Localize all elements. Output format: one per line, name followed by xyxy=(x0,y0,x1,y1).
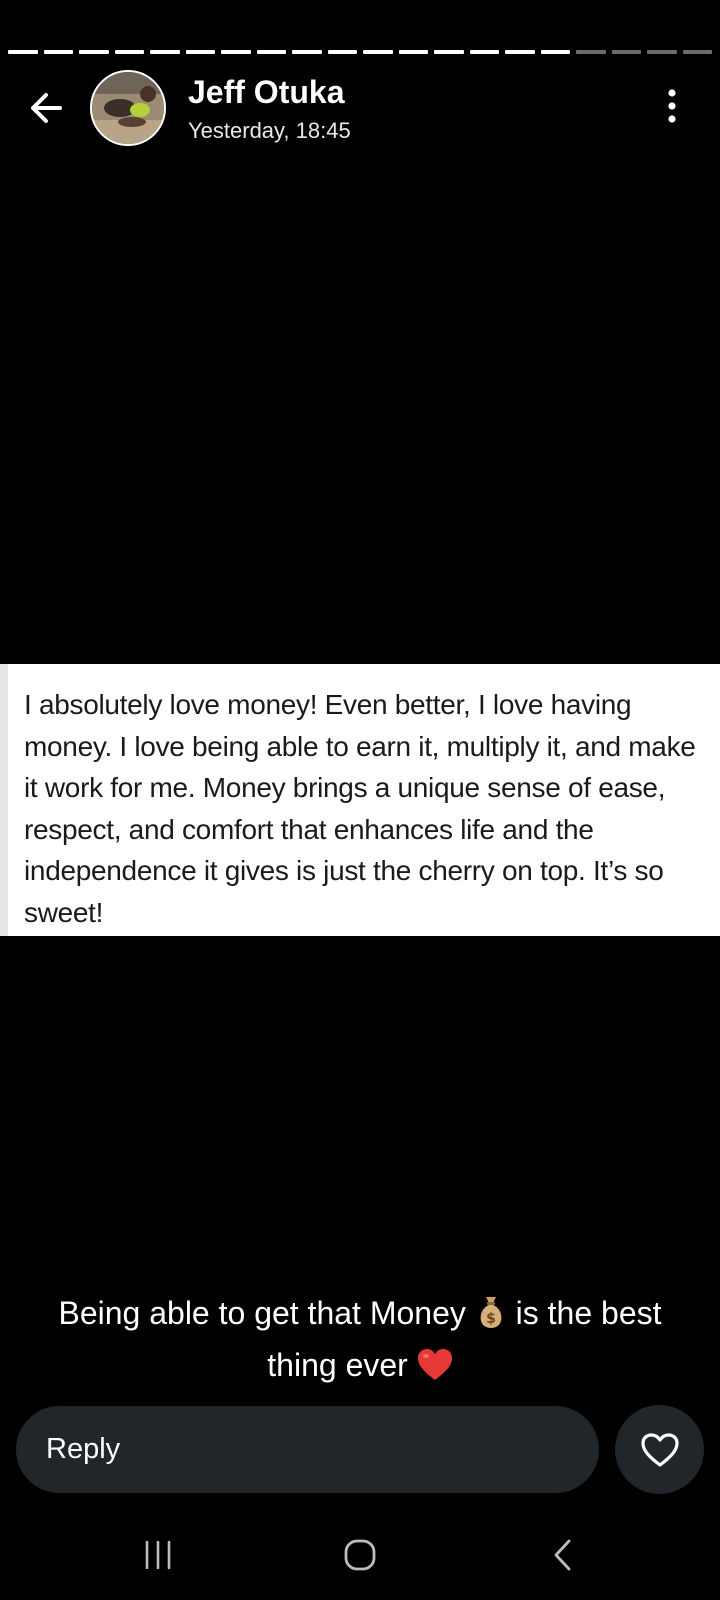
heart-outline-icon xyxy=(640,1432,679,1467)
progress-segment xyxy=(647,50,677,54)
reply-placeholder: Reply xyxy=(46,1433,121,1465)
progress-segment xyxy=(256,50,286,54)
progress-segment xyxy=(434,50,464,54)
red-heart-icon xyxy=(417,1348,453,1394)
progress-segment xyxy=(43,50,73,54)
progress-segment xyxy=(469,50,499,54)
story-progress-bar xyxy=(8,50,712,54)
back-button[interactable] xyxy=(22,84,70,132)
home-button[interactable] xyxy=(320,1520,400,1590)
status-image: I absolutely love money! Even better, I … xyxy=(0,664,720,936)
progress-segment xyxy=(185,50,215,54)
progress-segment xyxy=(398,50,428,54)
status-timestamp: Yesterday, 18:45 xyxy=(188,118,351,143)
more-options-button[interactable] xyxy=(650,82,694,130)
recents-button[interactable] xyxy=(118,1520,198,1590)
caption-text-part1: Being able to get that Money xyxy=(58,1295,466,1331)
nav-back-icon xyxy=(554,1539,571,1571)
progress-segment xyxy=(363,50,393,54)
system-navigation-bar xyxy=(0,1520,720,1590)
progress-segment xyxy=(292,50,322,54)
home-icon xyxy=(344,1539,376,1571)
recents-icon xyxy=(145,1541,171,1569)
progress-segment xyxy=(505,50,535,54)
progress-segment xyxy=(611,50,641,54)
progress-segment xyxy=(79,50,109,54)
story-header: Jeff Otuka Yesterday, 18:45 xyxy=(0,68,720,148)
svg-text:$: $ xyxy=(486,1311,496,1327)
progress-segment xyxy=(114,50,144,54)
progress-segment xyxy=(682,50,712,54)
more-vertical-icon xyxy=(668,89,676,123)
reply-input[interactable]: Reply xyxy=(16,1406,599,1493)
avatar[interactable] xyxy=(90,70,166,146)
nav-back-button[interactable] xyxy=(522,1520,602,1590)
progress-segment xyxy=(150,50,180,54)
progress-segment xyxy=(327,50,357,54)
progress-segment xyxy=(8,50,38,54)
back-arrow-icon xyxy=(31,93,62,123)
progress-segment xyxy=(221,50,251,54)
post-text: I absolutely love money! Even better, I … xyxy=(24,689,696,928)
progress-segment xyxy=(540,50,570,54)
contact-name: Jeff Otuka xyxy=(188,74,345,110)
status-caption: Being able to get that Money $ is the be… xyxy=(30,1290,690,1394)
money-bag-icon: $ xyxy=(475,1294,507,1342)
progress-segment xyxy=(576,50,606,54)
like-button[interactable] xyxy=(615,1405,704,1494)
